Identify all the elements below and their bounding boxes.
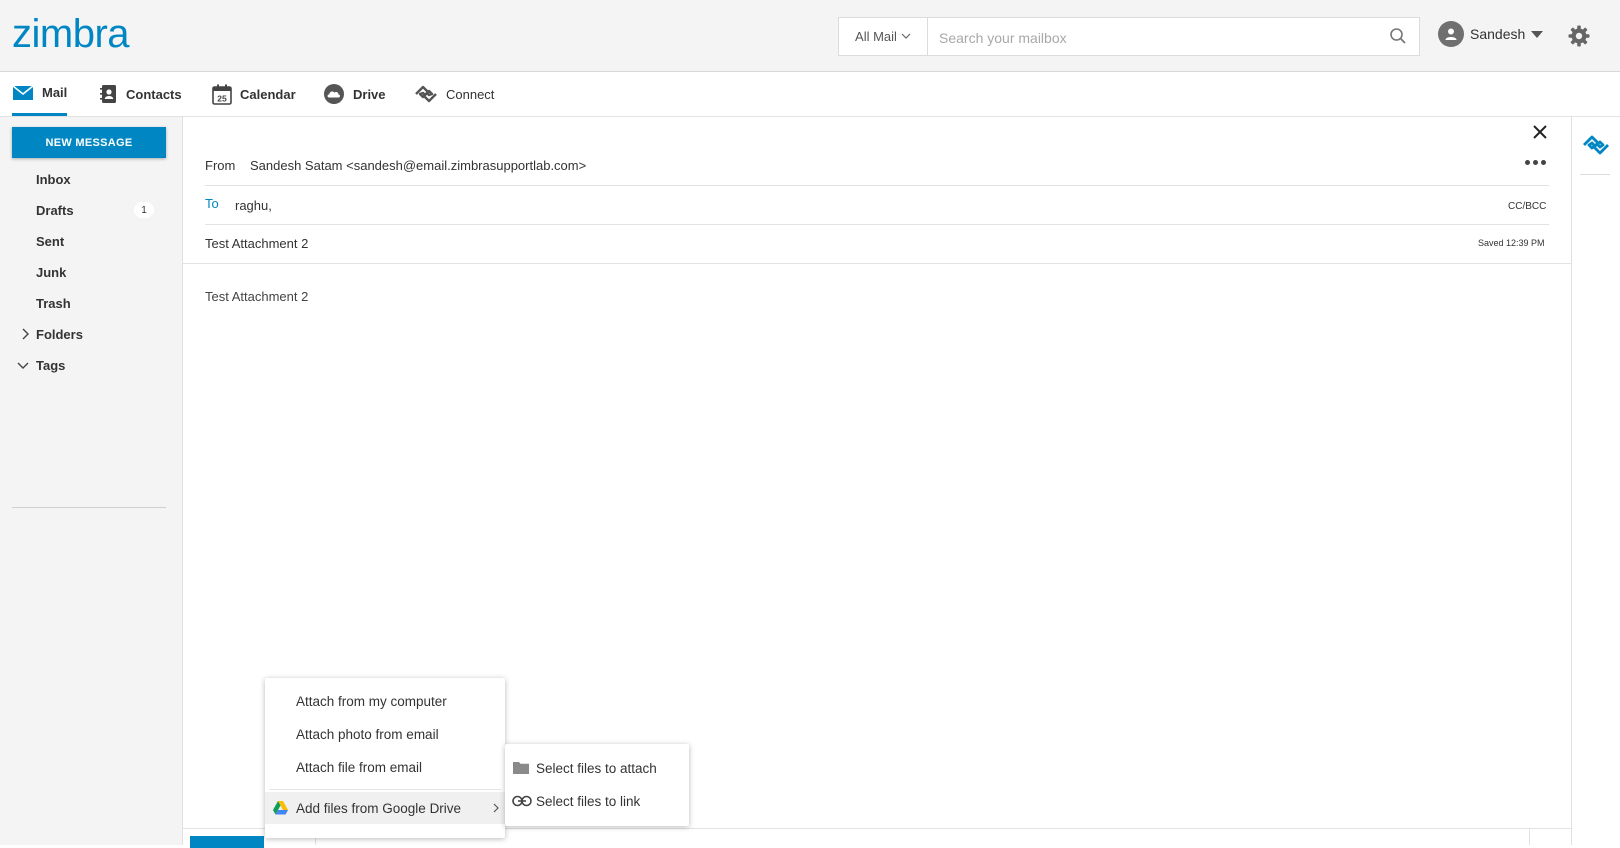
sidebar: NEW MESSAGE Inbox Drafts 1 Sent Junk Tra… (0, 117, 183, 845)
send-button[interactable] (190, 836, 264, 848)
tab-calendar-label: Calendar (240, 86, 296, 102)
top-header: zimbra All Mail Sandesh (0, 0, 1620, 72)
sidebar-item-label: Tags (36, 357, 66, 373)
toolbar-separator (1529, 828, 1530, 845)
sidebar-item-junk[interactable]: Junk (0, 257, 182, 287)
more-options-icon[interactable] (1525, 160, 1546, 165)
zimbra-logo[interactable]: zimbra (12, 12, 130, 57)
sidebar-item-folders[interactable]: Folders (0, 319, 182, 349)
from-address[interactable]: Sandesh Satam <sandesh@email.zimbrasuppo… (250, 158, 586, 173)
sidebar-item-label: Trash (36, 295, 71, 311)
right-rail (1571, 117, 1620, 845)
avatar (1438, 21, 1464, 47)
divider (205, 224, 1549, 225)
link-icon (512, 795, 532, 807)
sidebar-item-drafts[interactable]: Drafts 1 (0, 195, 182, 225)
sidebar-item-sent[interactable]: Sent (0, 226, 182, 256)
calendar-icon: 25 (212, 84, 232, 105)
connect-icon[interactable] (1582, 134, 1610, 156)
chevron-down-icon[interactable] (17, 361, 29, 369)
tab-drive-label: Drive (353, 86, 386, 102)
sidebar-item-inbox[interactable]: Inbox (0, 164, 182, 194)
subject-field[interactable]: Test Attachment 2 (205, 236, 308, 251)
select-files-to-attach-item[interactable]: Select files to attach (505, 752, 689, 784)
attach-photo-from-email-item[interactable]: Attach photo from email (265, 718, 505, 750)
sidebar-item-label: Drafts (36, 202, 74, 218)
google-drive-icon (273, 801, 288, 815)
search-icon[interactable] (1389, 27, 1407, 45)
sidebar-item-trash[interactable]: Trash (0, 288, 182, 318)
cc-bcc-toggle[interactable]: CC/BCC (1508, 201, 1546, 212)
sidebar-item-label: Junk (36, 264, 67, 280)
menu-item-label: Add files from Google Drive (296, 800, 462, 816)
sidebar-divider (12, 507, 166, 508)
tab-connect[interactable]: Connect (414, 72, 494, 116)
cloud-icon (324, 84, 344, 104)
saved-status: Saved 12:39 PM (1478, 238, 1545, 248)
tab-calendar[interactable]: 25 Calendar (212, 72, 296, 116)
google-drive-submenu: Select files to attach Select files to l… (505, 744, 689, 826)
close-icon[interactable] (1532, 124, 1548, 140)
tab-contacts-label: Contacts (126, 86, 182, 102)
divider (205, 185, 1549, 186)
divider (183, 263, 1571, 264)
tab-mail-label: Mail (42, 85, 68, 100)
drafts-count-badge: 1 (134, 202, 154, 218)
user-name: Sandesh (1470, 26, 1526, 42)
attach-menu: Attach from my computer Attach photo fro… (265, 678, 505, 838)
attach-file-from-email-item[interactable]: Attach file from email (265, 751, 505, 783)
search-bar: All Mail (838, 17, 1420, 57)
folder-icon (513, 762, 529, 774)
chevron-down-icon (901, 33, 911, 39)
sidebar-item-tags[interactable]: Tags (0, 350, 182, 380)
search-scope-label: All Mail (855, 29, 897, 44)
caret-down-icon (1531, 30, 1544, 38)
app-tabs: Mail Contacts 25 Calendar Drive Connect (0, 72, 1620, 117)
gear-icon[interactable] (1567, 24, 1591, 48)
calendar-icon-day: 25 (217, 93, 227, 103)
menu-divider (269, 789, 501, 790)
sidebar-item-label: Folders (36, 326, 83, 342)
contacts-icon (100, 85, 116, 103)
menu-item-label: Attach file from email (296, 759, 423, 775)
rail-divider (1580, 174, 1610, 175)
tab-drive[interactable]: Drive (323, 72, 386, 116)
tab-connect-label: Connect (446, 86, 495, 102)
sidebar-item-label: Sent (36, 233, 65, 249)
to-label[interactable]: To (205, 196, 219, 211)
to-field[interactable]: raghu, (235, 198, 272, 213)
mail-icon (12, 84, 34, 100)
tab-contacts[interactable]: Contacts (100, 72, 182, 116)
sidebar-item-label: Inbox (36, 171, 71, 187)
message-body[interactable]: Test Attachment 2 (205, 289, 308, 304)
menu-item-label: Select files to link (536, 793, 641, 809)
menu-item-label: Attach from my computer (296, 693, 447, 709)
search-input[interactable] (937, 18, 1381, 57)
from-label: From (205, 158, 236, 173)
search-scope-dropdown[interactable]: All Mail (839, 18, 928, 55)
user-icon (1445, 28, 1457, 40)
tab-mail[interactable]: Mail (12, 72, 68, 116)
chevron-right-icon (493, 803, 499, 813)
menu-item-label: Attach photo from email (296, 726, 439, 742)
chevron-right-icon[interactable] (21, 328, 29, 340)
menu-item-label: Select files to attach (536, 760, 657, 776)
user-menu[interactable]: Sandesh (1438, 19, 1544, 49)
new-message-button[interactable]: NEW MESSAGE (12, 127, 166, 158)
attach-from-computer-item[interactable]: Attach from my computer (265, 685, 505, 717)
select-files-to-link-item[interactable]: Select files to link (505, 785, 689, 817)
connect-icon (415, 85, 437, 103)
add-from-google-drive-item[interactable]: Add files from Google Drive (265, 792, 505, 824)
